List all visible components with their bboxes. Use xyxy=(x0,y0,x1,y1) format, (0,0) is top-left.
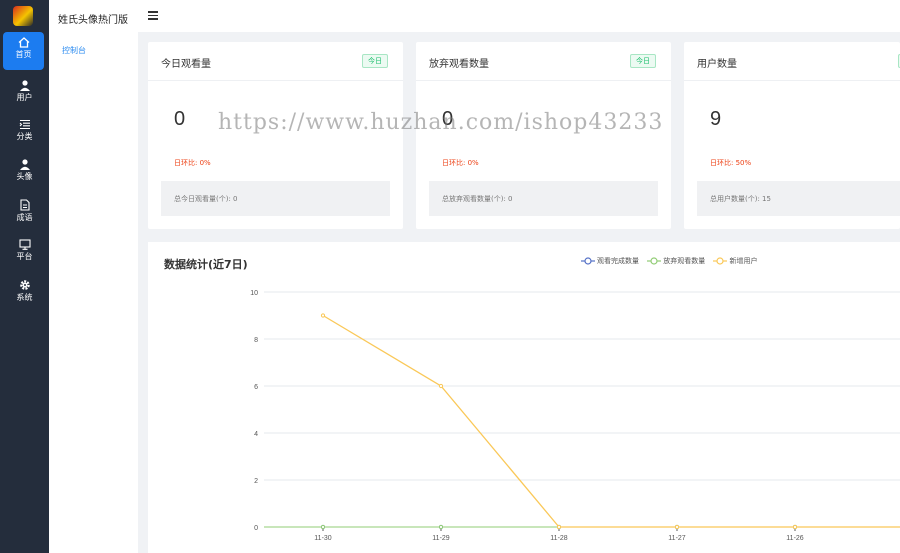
nav-item-category[interactable]: 分类 xyxy=(0,114,49,152)
card-badge: 今日 xyxy=(362,54,388,68)
y-tick-label: 2 xyxy=(254,478,258,485)
x-tick-label: 11-27 xyxy=(668,535,685,542)
user-icon xyxy=(19,80,30,91)
card-divider xyxy=(416,80,671,81)
y-tick-label: 0 xyxy=(254,525,258,532)
card-title: 用户数量 xyxy=(697,59,737,70)
line-chart: 0 2 4 6 8 10 11-30 11-29 11-28 11-27 11-26 xyxy=(250,290,900,542)
y-tick-label: 8 xyxy=(254,337,258,344)
nav-item-system[interactable]: 系统 xyxy=(0,274,49,312)
card-divider xyxy=(684,80,900,81)
data-point xyxy=(556,524,562,530)
data-point xyxy=(320,313,326,318)
gear-icon xyxy=(19,280,30,290)
card-title: 今日观看量 xyxy=(161,59,211,70)
card-value: 0 xyxy=(174,108,186,130)
home-icon xyxy=(18,37,29,48)
card-ratio: 日环比: 50% xyxy=(710,159,752,167)
y-tick-label: 10 xyxy=(250,290,258,297)
x-tick-label: 11-28 xyxy=(550,535,567,542)
list-icon xyxy=(19,119,30,130)
nav-item-avatar[interactable]: 头像 xyxy=(0,154,49,192)
x-tick-label: 11-26 xyxy=(786,535,803,542)
monitor-icon xyxy=(18,239,31,250)
app-title: 姓氏头像热门版 xyxy=(58,15,128,26)
data-point xyxy=(438,383,444,389)
x-tick-label: 11-30 xyxy=(314,535,331,542)
card-title: 放弃观看数量 xyxy=(429,59,489,70)
stat-card-abandoned-views: 放弃观看数量 今日 0 日环比: 0% 总放弃观看数量(个): 0 xyxy=(416,42,671,229)
card-badge: 今日 xyxy=(630,54,656,68)
top-bar xyxy=(138,0,900,32)
card-value: 9 xyxy=(710,108,722,130)
sub-menu-console-link[interactable]: 控制台 xyxy=(62,45,86,56)
nav-item-platform[interactable]: 平台 xyxy=(0,234,49,272)
chart-panel: 数据统计(近7日) 观看完成数量 放弃观看数量 新增用户 0 2 4 6 8 10 11-3… xyxy=(148,242,900,553)
nav-label: 头像 xyxy=(16,172,33,181)
nav-rail: 首页 用户 分类 头像 成语 平台 系统 xyxy=(0,0,49,553)
data-point xyxy=(320,524,326,530)
card-footer-text: 总今日观看量(个): 0 xyxy=(174,195,238,203)
card-footer: 总用户数量(个): 15 xyxy=(697,181,900,216)
data-point xyxy=(792,524,798,530)
card-divider xyxy=(148,80,403,81)
y-tick-label: 4 xyxy=(254,431,258,438)
stat-card-users: 用户数量 9 日环比: 50% 总用户数量(个): 15 xyxy=(684,42,900,229)
nav-item-user[interactable]: 用户 xyxy=(0,75,49,113)
nav-label: 平台 xyxy=(16,252,33,261)
avatar-icon xyxy=(19,159,30,170)
app-logo[interactable] xyxy=(13,6,33,26)
nav-label: 用户 xyxy=(16,93,33,102)
card-footer: 总今日观看量(个): 0 xyxy=(161,181,390,216)
nav-label: 成语 xyxy=(16,213,33,222)
data-point xyxy=(438,524,444,530)
nav-label: 系统 xyxy=(16,293,33,302)
card-footer-text: 总放弃观看数量(个): 0 xyxy=(442,195,513,203)
card-value: 0 xyxy=(442,108,454,130)
nav-label: 首页 xyxy=(15,50,32,59)
stat-card-today-views: 今日观看量 今日 0 日环比: 0% 总今日观看量(个): 0 xyxy=(148,42,403,229)
card-footer: 总放弃观看数量(个): 0 xyxy=(429,181,658,216)
x-tick-label: 11-29 xyxy=(432,535,449,542)
data-point xyxy=(674,524,680,530)
series-line xyxy=(322,314,900,528)
nav-label: 分类 xyxy=(16,132,33,141)
card-ratio: 日环比: 0% xyxy=(442,159,479,167)
card-footer-text: 总用户数量(个): 15 xyxy=(710,195,771,203)
card-ratio: 日环比: 0% xyxy=(174,159,211,167)
nav-item-home[interactable]: 首页 xyxy=(3,32,44,70)
y-tick-label: 6 xyxy=(254,384,258,391)
document-icon xyxy=(19,199,30,211)
menu-toggle-icon[interactable] xyxy=(148,11,158,20)
sub-menu-panel xyxy=(49,0,138,553)
nav-item-idiom[interactable]: 成语 xyxy=(0,194,49,232)
